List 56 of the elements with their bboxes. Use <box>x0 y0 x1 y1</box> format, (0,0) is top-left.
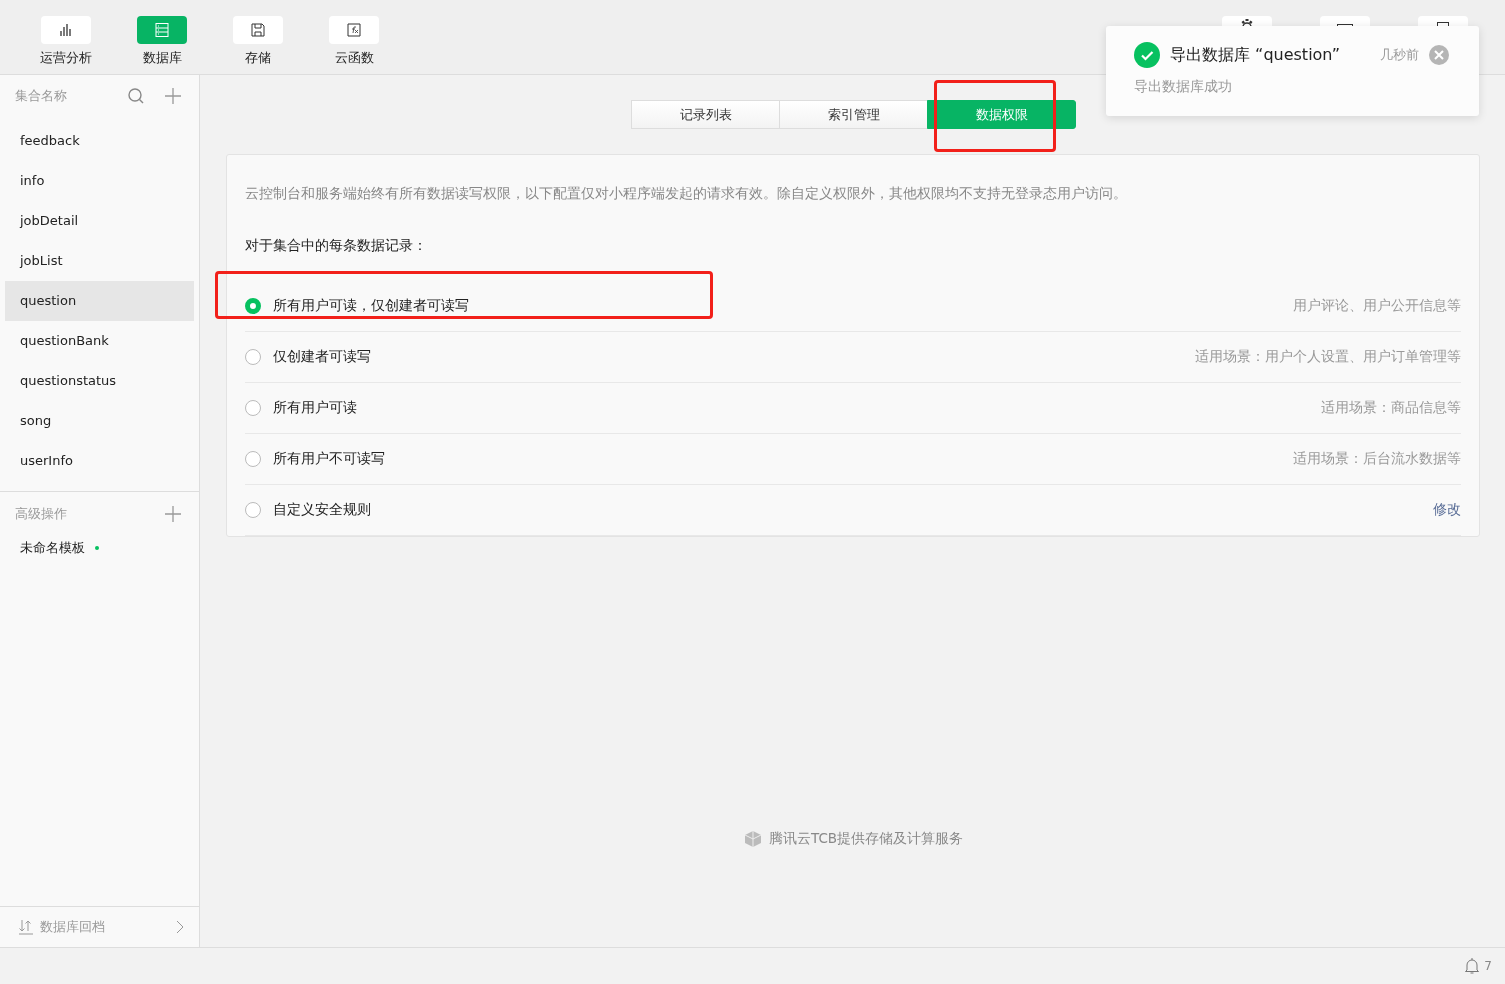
radio-option[interactable]: 仅创建者可读写 <box>245 348 371 366</box>
radio-button[interactable] <box>245 298 261 314</box>
hint-text: 适用场景：商品信息等 <box>1321 399 1461 417</box>
notice-text: 云控制台和服务端始终有所有数据读写权限，以下配置仅对小程序端发起的请求有效。除自定义权限外，其他权限均不支持无登录态用户访问。 <box>245 185 1128 203</box>
toolbar-label: 运营分析 <box>40 49 92 67</box>
section-title: 高级操作 <box>15 505 68 523</box>
toolbar-button[interactable] <box>41 16 91 44</box>
toolbar-button[interactable] <box>329 16 379 44</box>
success-check-icon <box>1134 42 1160 68</box>
tab[interactable]: 记录列表 <box>631 100 780 129</box>
collection-item[interactable]: info <box>5 161 194 201</box>
section-title: 集合名称 <box>15 87 68 105</box>
toolbar-button[interactable] <box>137 16 187 44</box>
toolbar-label: 存储 <box>245 49 271 67</box>
hint-text: 适用场景：用户个人设置、用户订单管理等 <box>1195 348 1461 366</box>
hint-text: 适用场景：后台流水数据等 <box>1293 450 1461 468</box>
collection-item[interactable]: song <box>5 401 194 441</box>
toast-time: 几秒前 <box>1380 46 1419 64</box>
toolbar-label: 数据库 <box>142 49 182 67</box>
radio-option[interactable]: 所有用户可读，仅创建者可读写 <box>245 297 469 315</box>
collection-item[interactable]: feedback <box>5 121 194 161</box>
bell-icon[interactable] <box>1464 957 1481 975</box>
radio-option[interactable]: 所有用户不可读写 <box>245 450 385 468</box>
collection-item[interactable]: jobDetail <box>5 201 194 241</box>
toast-message: 导出数据库成功 <box>1134 78 1233 96</box>
radio-option[interactable]: 所有用户可读 <box>245 399 357 417</box>
sort-arrows-icon <box>18 919 34 935</box>
close-icon[interactable] <box>1429 45 1449 65</box>
radio-button[interactable] <box>245 502 261 518</box>
collection-item[interactable]: userInfo <box>5 441 194 481</box>
template-item[interactable]: 未命名模板 <box>20 539 85 557</box>
toolbar-button[interactable] <box>233 16 283 44</box>
search-icon[interactable] <box>127 87 145 105</box>
hint-text: 用户评论、用户公开信息等 <box>1293 297 1461 315</box>
collection-item[interactable]: questionstatus <box>5 361 194 401</box>
notification-count: 7 <box>1484 959 1492 973</box>
tab[interactable]: 索引管理 <box>779 100 928 129</box>
collection-item[interactable]: question <box>5 281 194 321</box>
collection-item[interactable]: jobList <box>5 241 194 281</box>
database-icon <box>154 22 170 38</box>
add-icon[interactable] <box>165 506 181 522</box>
toast-title: 导出数据库 “question” <box>1170 44 1340 66</box>
cube-logo-icon <box>742 829 763 849</box>
radio-button[interactable] <box>245 400 261 416</box>
add-icon[interactable] <box>165 88 181 104</box>
toolbar-label: 云函数 <box>334 49 374 67</box>
radio-option[interactable]: 自定义安全规则 <box>245 501 371 519</box>
function-icon <box>346 22 362 38</box>
credit-text: 腾讯云TCB提供存储及计算服务 <box>768 830 964 848</box>
radio-button[interactable] <box>245 451 261 467</box>
prompt-text: 对于集合中的每条数据记录： <box>245 237 428 255</box>
bar-chart-icon <box>58 22 74 38</box>
radio-button[interactable] <box>245 349 261 365</box>
chevron-right-icon <box>176 920 184 934</box>
edit-link[interactable]: 修改 <box>1433 501 1461 519</box>
collection-item[interactable]: questionBank <box>5 321 194 361</box>
